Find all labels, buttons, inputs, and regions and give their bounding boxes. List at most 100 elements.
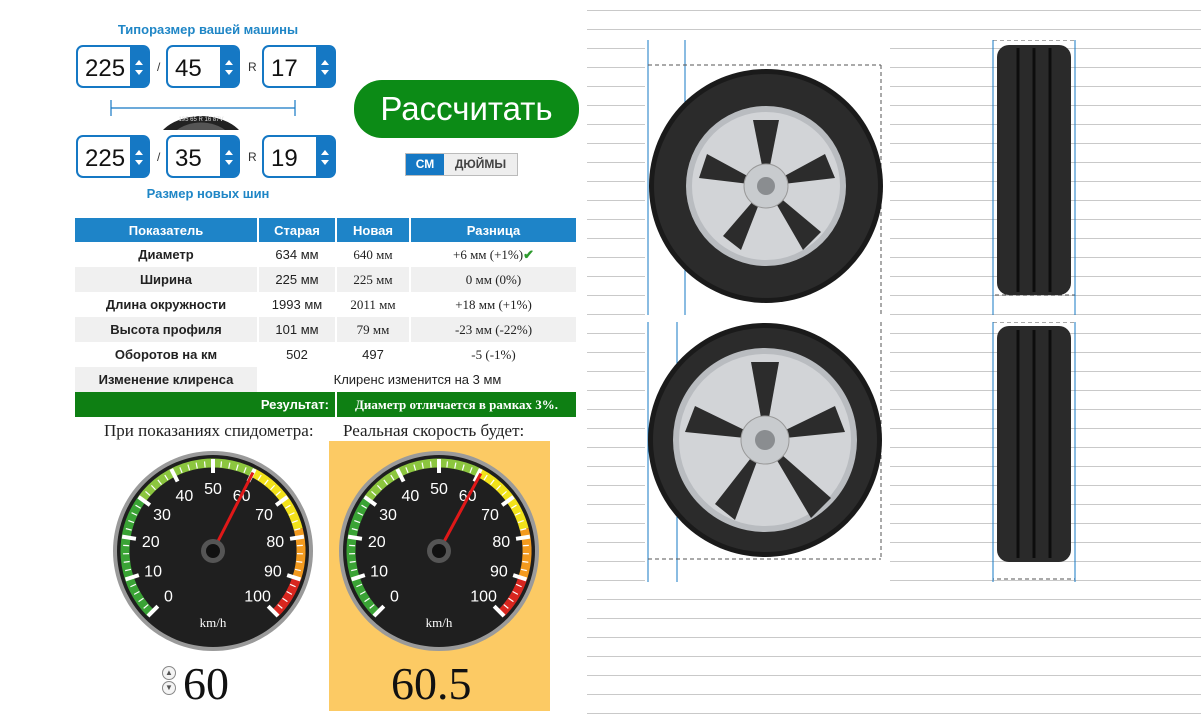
table-row: Высота профиля 101 мм 79 мм -23 мм (-22%… [75,317,578,342]
gauge-unit-label: km/h [200,615,227,630]
separator-slash: / [157,60,161,74]
shown-speed-value: 60 [183,658,229,709]
table-row: Длина окружности 1993 мм 2011 мм +18 мм … [75,292,578,317]
gauge-tick-label: 80 [492,534,510,551]
new-wheel-side-view [647,322,882,582]
col-header-parameter: Показатель [75,218,259,242]
shown-speedometer: 0102030405060708090100km/h [113,451,313,651]
table-header-row: Показатель Старая Новая Разница [75,218,578,242]
unit-inches-button[interactable]: ДЮЙМЫ [444,154,517,175]
gauge-hub-center [432,544,446,558]
gauge-tick-label: 10 [144,563,162,580]
table-row: Оборотов на км 502 497 -5 (-1%) [75,342,578,367]
select-arrows-icon [220,47,238,86]
gauge-tick-label: 20 [142,534,160,551]
gauge-tick-label: 0 [390,589,399,606]
gauge-major-tick [347,534,363,541]
gauge-tick-label: 50 [204,481,222,498]
clearance-value: Клиренс изменится на 3 мм [258,367,578,392]
cell-old: 1993 мм [258,292,337,317]
chevron-up-icon[interactable]: ▲ [162,666,176,680]
gauge-tick-label: 90 [490,563,508,580]
table-row: Диаметр 634 мм 640 мм +6 мм (+1%)✔ [75,242,578,267]
tire-badge-text: 195 65 R 16 87V [178,117,223,123]
gauge-major-tick [289,534,305,541]
gauge-minor-tick [123,560,130,563]
new-tire-tread-view [992,322,1076,582]
new-rim-select[interactable]: 19 [262,135,336,178]
row-label: Оборотов на км [75,342,259,367]
table-row: Ширина 225 мм 225 мм 0 мм (0%) [75,267,578,292]
select-arrows-icon [220,137,238,176]
real-speedometer: 0102030405060708090100km/h [339,451,539,651]
cell-old: 502 [258,342,337,367]
unit-toggle: СМ ДЮЙМЫ [405,153,518,176]
cell-new: 79 мм [336,317,411,342]
gauge-unit-label: km/h [426,615,453,630]
select-arrows-icon [316,137,334,176]
select-arrows-icon [130,47,148,86]
gauge-major-tick [515,534,531,541]
real-speed-caption: Реальная скорость будет: [343,421,525,440]
gauge-minor-tick [296,560,303,563]
gauge-tick-label: 30 [379,507,397,524]
separator-r: R [248,150,257,164]
row-label: Высота профиля [75,317,259,342]
cell-new: 225 мм [336,267,411,292]
result-value: Диаметр отличается в рамках 3%. [336,392,578,417]
result-row: Результат: Диаметр отличается в рамках 3… [75,392,578,417]
shown-speed-caption: При показаниях спидометра: [104,421,314,440]
separator-slash: / [157,150,161,164]
calculate-button[interactable]: Рассчитать [354,80,579,138]
cell-diff: -23 мм (-22%) [410,317,578,342]
col-header-diff: Разница [410,218,578,242]
current-rim-select[interactable]: 17 [262,45,336,88]
row-label: Ширина [75,267,259,292]
gauge-minor-tick [349,560,356,563]
current-width-select[interactable]: 225 [76,45,150,88]
unit-cm-button[interactable]: СМ [406,154,444,175]
gauge-minor-tick [203,461,206,468]
row-label: Диаметр [75,242,259,267]
current-profile-select[interactable]: 45 [166,45,240,88]
diff-text: +6 мм (+1%) [452,246,524,262]
select-arrows-icon [130,137,148,176]
cell-diff: 0 мм (0%) [410,267,578,292]
gauge-minor-tick [522,560,529,563]
new-size-title: Размер новых шин [146,186,270,201]
speed-stepper[interactable]: ▲ ▼ [162,666,176,696]
gauge-tick-label: 0 [164,589,173,606]
new-width-value: 225 [85,145,126,172]
new-profile-select[interactable]: 35 [166,135,240,178]
cell-old: 101 мм [258,317,337,342]
new-width-select[interactable]: 225 [76,135,150,178]
current-size-title: Типоразмер вашей машины [117,22,299,37]
gauge-tick-label: 50 [430,481,448,498]
current-rim-value: 17 [271,55,298,82]
gauge-tick-label: 30 [153,507,171,524]
gauge-tick-label: 40 [402,488,420,505]
result-label: Результат: [75,392,337,417]
gauge-tick-label: 70 [481,507,499,524]
gauge-tick-label: 40 [176,488,194,505]
chevron-down-icon[interactable]: ▼ [162,681,176,695]
clearance-label: Изменение клиренса [75,367,259,392]
gauge-major-tick [121,534,137,541]
gauge-minor-tick [220,461,223,468]
old-tire-tread-view [992,40,1076,315]
clearance-row: Изменение клиренса Клиренс изменится на … [75,367,578,392]
tire-profile-icon: 195 65 R 16 87V [110,100,296,130]
real-speed-value: 60.5 [391,658,472,709]
row-label: Длина окружности [75,292,259,317]
col-header-new: Новая [336,218,411,242]
select-arrows-icon [316,47,334,86]
separator-r: R [248,60,257,74]
gauge-tick-label: 100 [470,589,497,606]
gauge-minor-tick [429,461,432,468]
cell-new: 2011 мм [336,292,411,317]
cell-diff: +18 мм (+1%) [410,292,578,317]
gauge-minor-tick [446,461,449,468]
gauge-hub-center [206,544,220,558]
cell-diff: -5 (-1%) [410,342,578,367]
comparison-table: Показатель Старая Новая Разница Диаметр … [75,218,578,417]
